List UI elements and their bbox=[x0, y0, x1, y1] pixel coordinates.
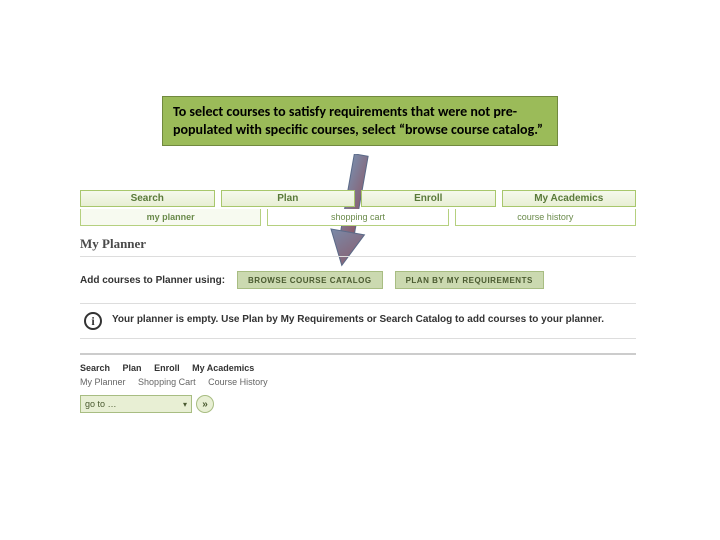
add-courses-label: Add courses to Planner using: bbox=[80, 275, 225, 286]
main-tabs-row: Search Plan Enroll My Academics bbox=[80, 190, 636, 207]
tab-search[interactable]: Search bbox=[80, 190, 215, 207]
tab-plan[interactable]: Plan bbox=[221, 190, 356, 207]
goto-row: go to … ▾ » bbox=[80, 395, 636, 413]
subtab-shopping-cart[interactable]: shopping cart bbox=[267, 209, 448, 226]
tab-my-academics[interactable]: My Academics bbox=[502, 190, 637, 207]
tab-enroll[interactable]: Enroll bbox=[361, 190, 496, 207]
goto-label: go to … bbox=[85, 399, 117, 409]
info-icon: i bbox=[84, 312, 102, 330]
separator bbox=[80, 256, 636, 257]
crumb-plan[interactable]: Plan bbox=[123, 363, 142, 373]
chevron-down-icon: ▾ bbox=[183, 400, 187, 409]
goto-dropdown[interactable]: go to … ▾ bbox=[80, 395, 192, 413]
planner-screenshot: Search Plan Enroll My Academics my plann… bbox=[80, 190, 636, 413]
empty-planner-message: i Your planner is empty. Use Plan by My … bbox=[80, 303, 636, 339]
double-chevron-icon: » bbox=[202, 399, 208, 410]
breadcrumb-secondary: My Planner Shopping Cart Course History bbox=[80, 377, 636, 387]
crumb-course-history[interactable]: Course History bbox=[208, 377, 268, 387]
goto-submit-button[interactable]: » bbox=[196, 395, 214, 413]
sub-tabs-row: my planner shopping cart course history bbox=[80, 209, 636, 226]
page-title: My Planner bbox=[80, 236, 636, 252]
browse-course-catalog-button[interactable]: BROWSE COURSE CATALOG bbox=[237, 271, 383, 289]
subtab-my-planner[interactable]: my planner bbox=[80, 209, 261, 226]
separator bbox=[80, 353, 636, 355]
plan-by-requirements-button[interactable]: PLAN BY MY REQUIREMENTS bbox=[395, 271, 544, 289]
instruction-callout: To select courses to satisfy requirement… bbox=[162, 96, 558, 146]
callout-text: To select courses to satisfy requirement… bbox=[173, 103, 543, 138]
subtab-course-history[interactable]: course history bbox=[455, 209, 636, 226]
crumb-my-planner[interactable]: My Planner bbox=[80, 377, 126, 387]
info-text: Your planner is empty. Use Plan by My Re… bbox=[112, 312, 604, 328]
crumb-enroll[interactable]: Enroll bbox=[154, 363, 180, 373]
add-courses-row: Add courses to Planner using: BROWSE COU… bbox=[80, 271, 636, 289]
crumb-shopping-cart[interactable]: Shopping Cart bbox=[138, 377, 196, 387]
crumb-my-academics[interactable]: My Academics bbox=[192, 363, 254, 373]
breadcrumb-primary: Search Plan Enroll My Academics bbox=[80, 363, 636, 373]
crumb-search[interactable]: Search bbox=[80, 363, 110, 373]
